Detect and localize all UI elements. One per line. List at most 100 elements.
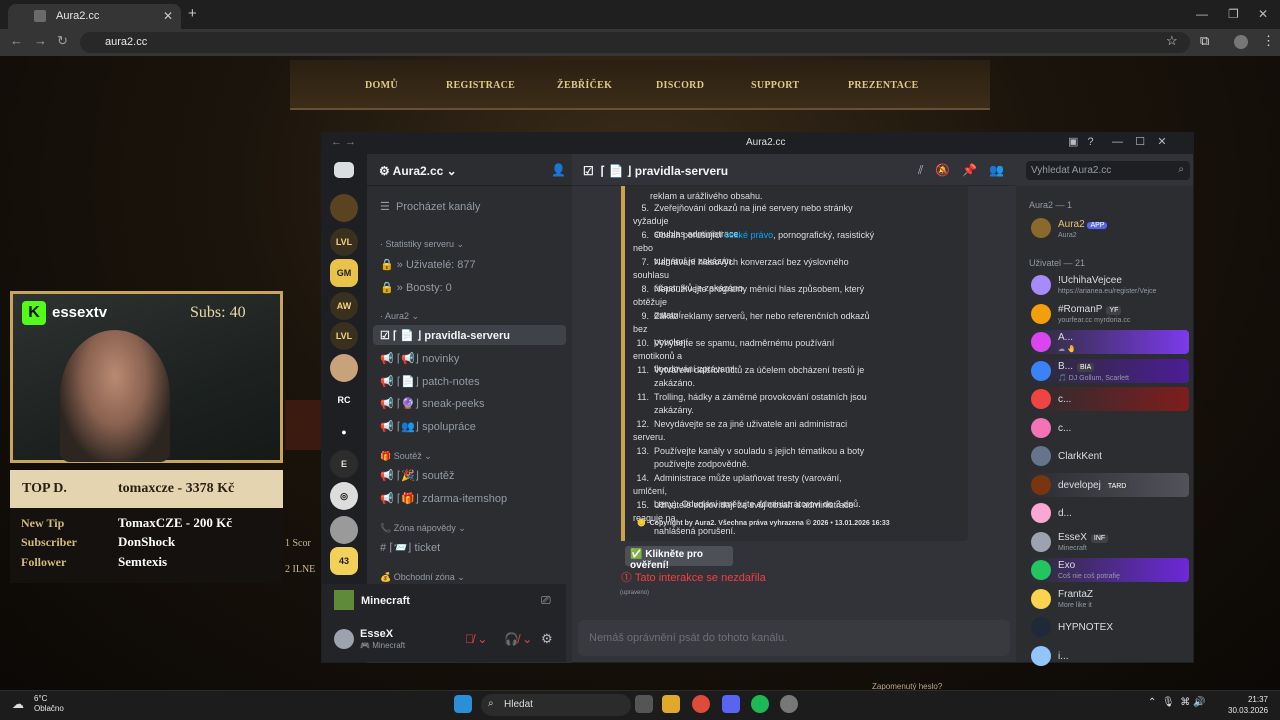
start-icon[interactable] [454, 695, 472, 713]
settings-gear-icon[interactable]: ⚙ [541, 631, 553, 647]
clock[interactable]: 21:37 30.03.2026 [1228, 694, 1268, 716]
message-input[interactable]: Nemáš oprávnění psát do tohoto kanálu. [578, 620, 1010, 656]
guild-icon[interactable]: E [330, 450, 358, 478]
guild-icon[interactable]: LVL [330, 228, 358, 256]
avatar[interactable] [1031, 446, 1051, 466]
nav-discord[interactable]: DISCORD [656, 80, 704, 91]
browser-menu-icon[interactable]: ⋮ [1262, 33, 1275, 49]
guild-icon[interactable]: ● [330, 418, 358, 446]
member-name[interactable]: !UchihaVejcee [1058, 275, 1122, 286]
header-icons[interactable]: ⫽🔕📌👥 [918, 163, 1016, 178]
member-name[interactable]: i... [1058, 651, 1069, 662]
member-name[interactable]: B... BIA [1058, 361, 1095, 372]
avatar[interactable] [1031, 332, 1051, 352]
invite-icon[interactable]: 👤 [551, 163, 566, 177]
avatar[interactable] [1031, 389, 1051, 409]
tray-icons[interactable]: ⌃ 🎙 ⌘ 🔊 [1148, 697, 1205, 708]
avatar[interactable] [1031, 303, 1051, 324]
close-tab-icon[interactable]: ✕ [163, 9, 173, 23]
avatar[interactable] [1031, 588, 1051, 609]
guild-icon[interactable]: GM [330, 259, 358, 287]
member-name[interactable]: c... [1058, 423, 1071, 434]
channel-ticket[interactable]: # ⌈📨⌋ ticket [380, 541, 440, 554]
avatar[interactable] [1031, 218, 1051, 238]
avatar[interactable] [1031, 531, 1051, 552]
category-help[interactable]: 📞 Zóna nápovědy ⌄ [380, 523, 466, 534]
avatar[interactable] [1031, 560, 1051, 580]
nav-support[interactable]: SUPPORT [751, 80, 799, 91]
nav-domu[interactable]: DOMŮ [365, 80, 398, 91]
minimize-icon[interactable]: — [1196, 7, 1208, 21]
category-stats[interactable]: · Statistiky serveru ⌄ [380, 239, 464, 250]
channel-sneak-peeks[interactable]: 📢 ⌈🔮⌋ sneak-peeks [380, 397, 484, 410]
avatar[interactable] [1031, 617, 1051, 637]
avatar[interactable] [1031, 645, 1051, 666]
file-explorer-icon[interactable] [662, 695, 680, 713]
close-window-icon[interactable]: ✕ [1258, 7, 1268, 21]
deafen-icon[interactable]: 🎧̸ ⌄ [504, 632, 532, 646]
reload-icon[interactable]: ↻ [57, 33, 68, 49]
task-view-icon[interactable] [635, 695, 653, 713]
nav-registrace[interactable]: REGISTRACE [446, 80, 515, 91]
member-name[interactable]: d... [1058, 508, 1072, 519]
mute-mic-icon[interactable]: 🎙̸ ⌄ [465, 632, 487, 646]
discord-home-icon[interactable] [334, 162, 354, 178]
url-input[interactable]: aura2.cc [80, 32, 1190, 53]
avatar[interactable] [1031, 503, 1051, 523]
category-soutez[interactable]: 🎁 Soutěž ⌄ [380, 451, 432, 462]
member-name[interactable]: developej TARD [1058, 480, 1130, 491]
extensions-icon[interactable]: ⧉ [1200, 33, 1209, 49]
search-input[interactable]: Vyhledat Aura2.cc ⌕ [1026, 161, 1190, 180]
guild-icon[interactable]: ◎ [330, 482, 358, 510]
channel-patch-notes[interactable]: 📢 ⌈📄⌋ patch-notes [380, 375, 480, 388]
chrome-icon[interactable] [692, 695, 710, 713]
guild-icon[interactable]: LVL [330, 322, 358, 350]
activity-icon[interactable]: ⎚ [541, 593, 551, 608]
avatar[interactable] [334, 629, 354, 649]
category-trade[interactable]: 💰 Obchodní zóna ⌄ [380, 572, 465, 583]
member-name[interactable]: Aura2 APP [1058, 219, 1108, 230]
member-name[interactable]: A... [1058, 332, 1073, 343]
member-name[interactable]: EsseX INF [1058, 532, 1109, 543]
member-name[interactable]: ClarkKent [1058, 451, 1102, 462]
guild-icon[interactable]: AW [330, 292, 358, 320]
forward-icon[interactable]: → [34, 33, 47, 48]
avatar[interactable] [1031, 360, 1051, 381]
discord-taskbar-icon[interactable] [722, 695, 740, 713]
channel-soutez[interactable]: 📢 ⌈🎉⌋ soutěž [380, 469, 455, 482]
spotify-icon[interactable] [751, 695, 769, 713]
browser-tab[interactable]: Aura2.cc ✕ [8, 4, 181, 29]
nav-zebricek[interactable]: ŽEBŘÍČEK [557, 80, 612, 91]
new-tab-button[interactable]: + [188, 5, 197, 22]
guild-icon[interactable] [330, 354, 358, 382]
stat-channel-boosts[interactable]: 🔒 » Boosty: 0 [380, 281, 452, 294]
weather-widget[interactable]: 6°C Oblačno [34, 694, 64, 714]
taskbar-search[interactable]: ⌕ Hledat [481, 694, 631, 716]
back-icon[interactable]: ← [10, 33, 23, 48]
window-controls[interactable]: ▣ ? — ☐ ✕ [1068, 135, 1167, 148]
category-aura2[interactable]: · Aura2 ⌄ [380, 311, 419, 322]
member-name[interactable]: c... [1058, 394, 1071, 405]
maximize-icon[interactable]: ❐ [1228, 7, 1239, 21]
channel-itemshop[interactable]: 📢 ⌈🎁⌋ zdarma-itemshop [380, 492, 507, 505]
app-icon[interactable] [780, 695, 798, 713]
back-arrow-icon[interactable]: ← → [331, 136, 356, 148]
channel-pravidla[interactable]: ☑ ⌈ 📄 ⌋ pravidla-serveru [380, 329, 510, 342]
guild-icon[interactable] [330, 194, 358, 222]
profile-avatar[interactable] [1234, 35, 1248, 49]
browse-channels[interactable]: ☰ Procházet kanály [380, 200, 480, 213]
guild-icon[interactable] [330, 516, 358, 544]
channel-novinky[interactable]: 📢 ⌈📢⌋ novinky [380, 352, 459, 365]
law-link[interactable]: české právo [725, 230, 774, 240]
avatar[interactable] [1031, 275, 1051, 295]
member-name[interactable]: FrantaZ [1058, 589, 1093, 600]
avatar[interactable] [1031, 474, 1051, 495]
avatar[interactable] [1031, 417, 1051, 438]
server-name[interactable]: ⚙ Aura2.cc ⌄ [379, 164, 457, 178]
channel-spoluprace[interactable]: 📢 ⌈👥⌋ spolupráce [380, 420, 476, 433]
verify-button[interactable]: ✅ Klikněte pro ověření! [625, 546, 733, 571]
member-name[interactable]: HYPNOTEX [1058, 622, 1113, 633]
member-name[interactable]: #RomanP YF [1058, 304, 1122, 315]
member-name[interactable]: Exo [1058, 560, 1075, 571]
guild-icon[interactable]: 43 [330, 547, 358, 575]
